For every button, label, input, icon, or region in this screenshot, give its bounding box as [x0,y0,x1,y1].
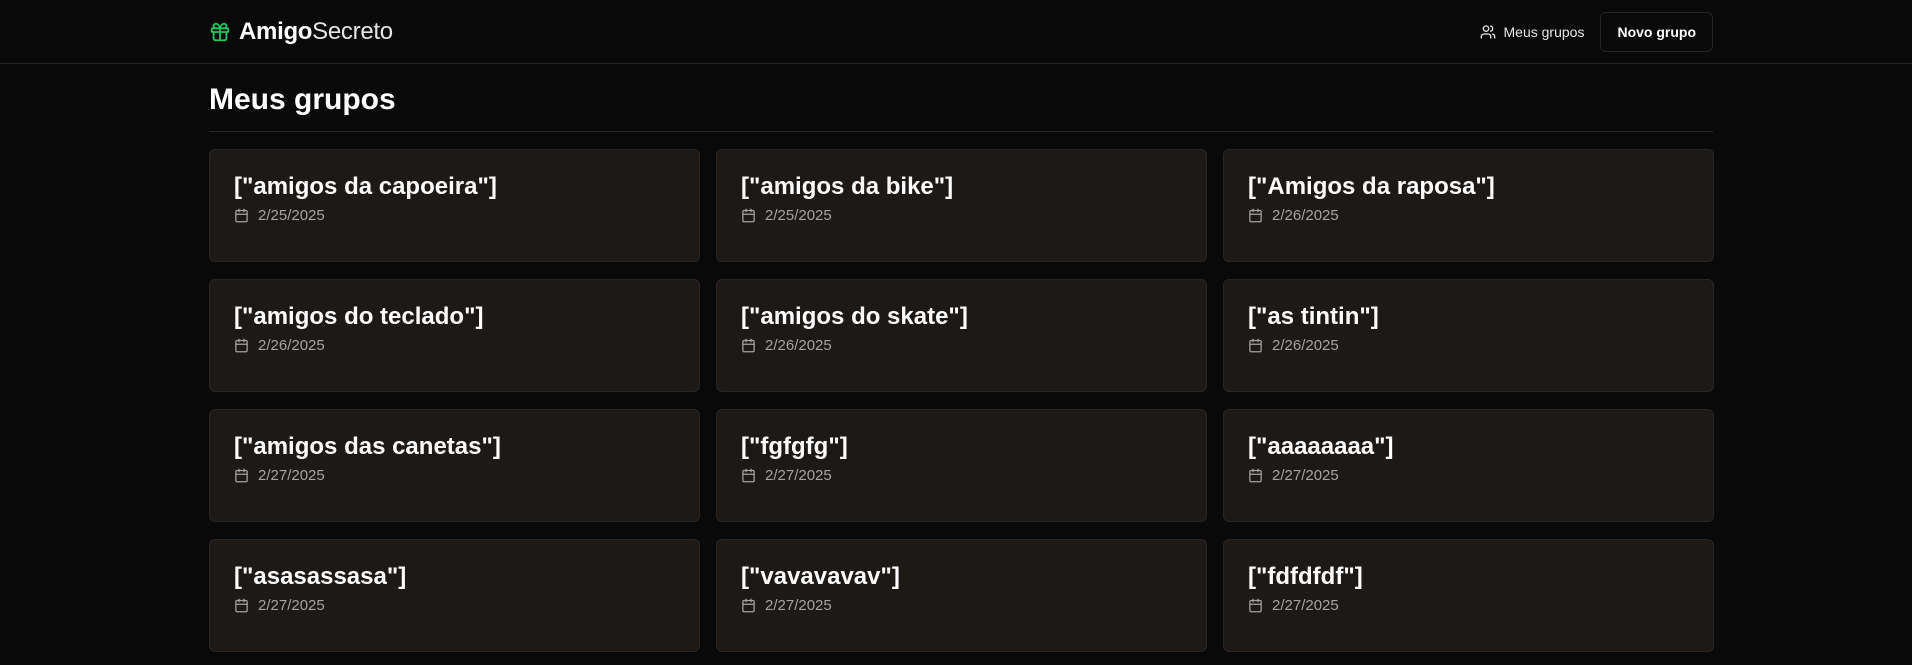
top-header: AmigoSecreto Meus grupos Novo grupo [0,0,1912,64]
groups-grid: ["amigos da capoeira"] 2/25/2025 ["amigo… [209,149,1714,652]
group-card-title: ["fgfgfg"] [741,433,848,460]
users-icon [1480,24,1496,40]
group-card-date-row: 2/26/2025 [1248,337,1689,354]
main-content: Meus grupos ["amigos da capoeira"] 2/25/… [209,65,1714,652]
calendar-icon [1248,208,1263,223]
group-card-title: ["fdfdfdf"] [1248,563,1363,590]
group-card-date-row: 2/27/2025 [1248,467,1689,484]
group-card-title: ["amigos do skate"] [741,303,968,330]
page-title: Meus grupos [209,65,1713,132]
group-card-date-row: 2/27/2025 [1248,597,1689,614]
group-card-date-row: 2/25/2025 [234,207,675,224]
group-card-date: 2/27/2025 [1272,467,1339,484]
group-card-title: ["asasassasa"] [234,563,407,590]
group-card-date-row: 2/26/2025 [741,337,1182,354]
group-card-date-row: 2/25/2025 [741,207,1182,224]
group-card[interactable]: ["amigos das canetas"] 2/27/2025 [209,409,700,522]
group-card[interactable]: ["amigos da capoeira"] 2/25/2025 [209,149,700,262]
group-card-date-row: 2/27/2025 [234,597,675,614]
header-nav: Meus grupos Novo grupo [1480,12,1713,52]
group-card-date: 2/26/2025 [765,337,832,354]
calendar-icon [1248,338,1263,353]
group-card[interactable]: ["aaaaaaaa"] 2/27/2025 [1223,409,1714,522]
group-card[interactable]: ["as tintin"] 2/26/2025 [1223,279,1714,392]
calendar-icon [234,338,249,353]
group-card-title: ["amigos do teclado"] [234,303,484,330]
group-card-date: 2/25/2025 [765,207,832,224]
calendar-icon [234,468,249,483]
group-card-title: ["Amigos da raposa"] [1248,173,1495,200]
calendar-icon [741,208,756,223]
group-card-date: 2/27/2025 [258,467,325,484]
calendar-icon [234,598,249,613]
brand-name-bold: Amigo [239,18,313,45]
nav-my-groups-link[interactable]: Meus grupos [1480,24,1585,40]
group-card[interactable]: ["amigos do teclado"] 2/26/2025 [209,279,700,392]
group-card-date-row: 2/27/2025 [234,467,675,484]
group-card[interactable]: ["fdfdfdf"] 2/27/2025 [1223,539,1714,652]
group-card-date: 2/26/2025 [1272,207,1339,224]
group-card[interactable]: ["amigos do skate"] 2/26/2025 [716,279,1207,392]
calendar-icon [741,598,756,613]
calendar-icon [1248,598,1263,613]
group-card-date: 2/27/2025 [258,597,325,614]
group-card-title: ["amigos das canetas"] [234,433,501,460]
group-card-date: 2/26/2025 [258,337,325,354]
group-card[interactable]: ["amigos da bike"] 2/25/2025 [716,149,1207,262]
group-card-date-row: 2/27/2025 [741,597,1182,614]
group-card-date: 2/26/2025 [1272,337,1339,354]
group-card[interactable]: ["asasassasa"] 2/27/2025 [209,539,700,652]
group-card-title: ["vavavavav"] [741,563,900,590]
group-card-title: ["as tintin"] [1248,303,1379,330]
group-card-date: 2/27/2025 [765,597,832,614]
calendar-icon [1248,468,1263,483]
group-card-date: 2/25/2025 [258,207,325,224]
calendar-icon [741,338,756,353]
group-card-date: 2/27/2025 [1272,597,1339,614]
group-card-date: 2/27/2025 [765,467,832,484]
group-card[interactable]: ["Amigos da raposa"] 2/26/2025 [1223,149,1714,262]
nav-my-groups-label: Meus grupos [1503,24,1585,40]
brand-logo-link[interactable]: AmigoSecreto [209,18,393,46]
group-card-date-row: 2/26/2025 [234,337,675,354]
header-inner: AmigoSecreto Meus grupos Novo grupo [209,0,1713,64]
group-card-title: ["amigos da capoeira"] [234,173,497,200]
group-card-title: ["amigos da bike"] [741,173,954,200]
calendar-icon [234,208,249,223]
group-card[interactable]: ["fgfgfg"] 2/27/2025 [716,409,1207,522]
new-group-button[interactable]: Novo grupo [1600,12,1713,52]
brand-name-light: Secreto [312,18,393,45]
group-card-title: ["aaaaaaaa"] [1248,433,1394,460]
group-card-date-row: 2/26/2025 [1248,207,1689,224]
brand-name: AmigoSecreto [239,18,393,46]
group-card[interactable]: ["vavavavav"] 2/27/2025 [716,539,1207,652]
group-card-date-row: 2/27/2025 [741,467,1182,484]
calendar-icon [741,468,756,483]
gift-icon [209,21,231,43]
